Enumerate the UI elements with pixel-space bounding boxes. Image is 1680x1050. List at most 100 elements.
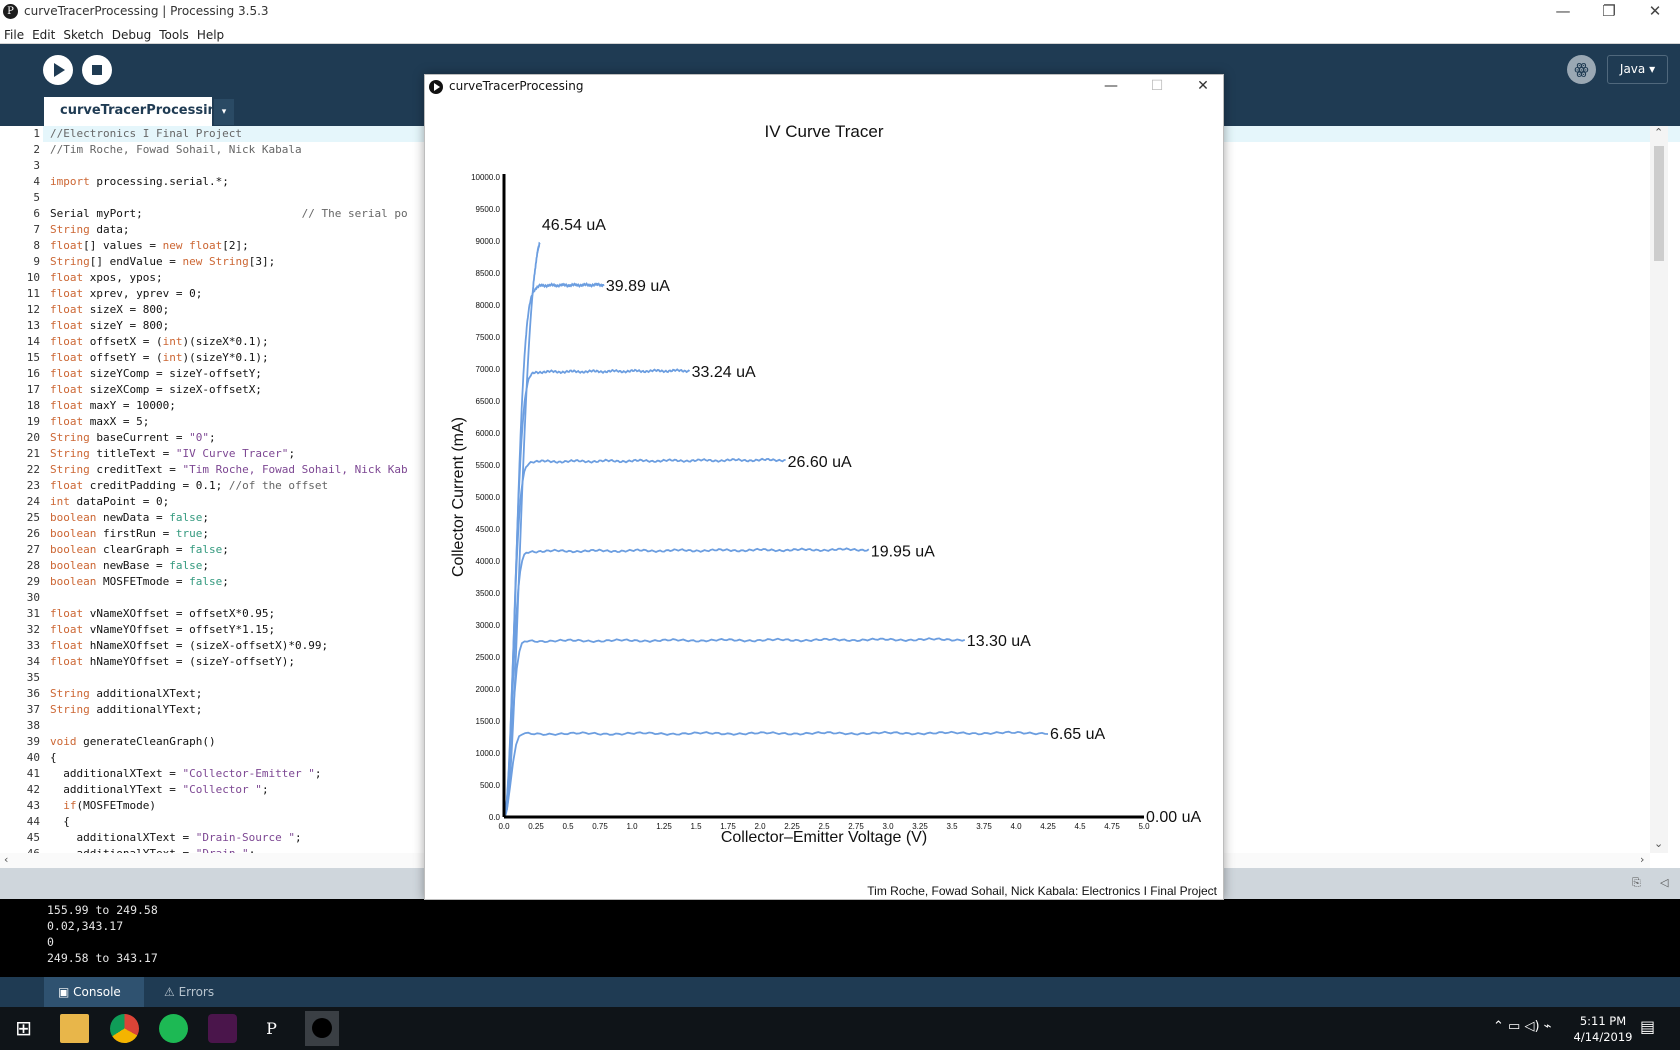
code-line[interactable]: String baseCurrent = "0"; [50,430,216,446]
file-explorer-icon[interactable] [60,1014,89,1043]
scroll-thumb[interactable] [1654,146,1664,261]
code-line[interactable]: boolean MOSFETmode = false; [50,574,229,590]
sketch-close-button[interactable]: ✕ [1180,75,1226,98]
code-line[interactable]: float sizeY = 800; [50,318,169,334]
menu-help[interactable]: Help [193,25,228,42]
series-line [503,637,966,818]
line-number: 25 [26,511,40,524]
scroll-right-icon[interactable]: › [1640,853,1644,866]
notification-icon[interactable]: ▤ [1640,1017,1655,1036]
line-number: 13 [26,319,40,332]
y-tick-label: 2000.0 [476,685,501,694]
menu-edit[interactable]: Edit [28,25,59,42]
code-line[interactable]: float xprev, yprev = 0; [50,286,202,302]
code-line[interactable]: float offsetY = (int)(sizeY*0.1); [50,350,269,366]
spotify-icon[interactable] [159,1014,188,1043]
code-line[interactable]: float maxX = 5; [50,414,149,430]
tab-curvetracerprocessing[interactable]: curveTracerProcessing [44,97,226,126]
line-number: 34 [26,655,40,668]
scroll-up-icon[interactable]: ⌃ [1654,126,1663,139]
code-line[interactable]: String data; [50,222,130,238]
close-button[interactable]: ✕ [1632,0,1678,24]
tab-console[interactable]: ▣ Console [44,977,144,1007]
running-sketch-taskbar-icon[interactable] [305,1011,339,1046]
code-line[interactable]: void generateCleanGraph() [50,734,216,750]
tab-menu-button[interactable]: ▾ [214,99,234,125]
code-line[interactable]: float xpos, ypos; [50,270,163,286]
menu-tools[interactable]: Tools [155,25,193,42]
clock[interactable]: 5:11 PM 4/14/2019 [1563,1013,1643,1045]
restore-button[interactable]: ❐ [1586,0,1632,24]
code-line[interactable]: float creditPadding = 0.1; //of the offs… [50,478,328,494]
code-line[interactable]: additionalXText = "Drain-Source "; [50,830,301,846]
line-number: 42 [26,783,40,796]
run-button[interactable] [43,55,73,85]
code-line[interactable]: float hNameYOffset = (sizeY-offsetY); [50,654,295,670]
debugger-toggle-button[interactable]: ꙮ [1567,55,1596,84]
x-tick-label: 1.5 [690,822,702,831]
code-line[interactable]: String additionalXText; [50,686,202,702]
code-line[interactable]: boolean newData = false; [50,510,209,526]
code-line[interactable]: float offsetX = (int)(sizeX*0.1); [50,334,269,350]
code-line[interactable]: { [50,814,70,830]
scroll-left-icon[interactable]: ‹ [4,853,8,866]
code-line[interactable]: String titleText = "IV Curve Tracer"; [50,446,295,462]
line-number: 28 [26,559,40,572]
system-tray-icons[interactable]: ⌃ ▭ ◁) ⌁ [1493,1019,1551,1034]
code-line[interactable]: String additionalYText; [50,702,202,718]
slack-icon[interactable] [208,1014,237,1043]
copy-icon[interactable]: ⎘ [1632,876,1641,890]
sketch-minimize-button[interactable]: — [1088,75,1134,98]
code-line[interactable]: { [50,750,57,766]
tab-errors[interactable]: ⚠ Errors [158,977,248,1007]
code-line[interactable]: int dataPoint = 0; [50,494,169,510]
menu-file[interactable]: File [0,25,28,42]
code-line[interactable]: float vNameYOffset = offsetY*1.15; [50,622,275,638]
code-line[interactable]: boolean newBase = false; [50,558,209,574]
x-tick-label: 3.5 [946,822,958,831]
code-line[interactable]: float hNameXOffset = (sizeX-offsetX)*0.9… [50,638,328,654]
y-tick-label: 6500.0 [476,397,501,406]
menu-debug[interactable]: Debug [108,25,155,42]
processing-run-icon [429,80,443,94]
code-line[interactable]: additionalYText = "Collector "; [50,782,268,798]
series-label: 6.65 uA [1050,726,1105,743]
code-line[interactable]: float sizeYComp = sizeY-offsetY; [50,366,262,382]
code-line[interactable]: float maxY = 10000; [50,398,176,414]
line-number: 45 [26,831,40,844]
minimize-button[interactable]: — [1540,0,1586,24]
code-line[interactable]: float sizeX = 800; [50,302,169,318]
x-tick-label: 0.5 [562,822,574,831]
code-line[interactable]: boolean firstRun = true; [50,526,209,542]
collapse-console-icon[interactable]: ◁ [1660,876,1668,889]
x-tick-label: 4.25 [1040,822,1056,831]
code-line[interactable]: String creditText = "Tim Roche, Fowad So… [50,462,408,478]
code-line[interactable]: //Electronics I Final Project [50,126,242,142]
code-line[interactable]: Serial myPort; // The serial po [50,206,408,222]
code-line[interactable]: import processing.serial.*; [50,174,229,190]
console-line: 0.02,343.17 [47,919,124,933]
chrome-icon[interactable] [110,1014,139,1043]
code-line[interactable]: if(MOSFETmode) [50,798,156,814]
code-line[interactable]: //Tim Roche, Fowad Sohail, Nick Kabala [50,142,302,158]
menubar: File Edit Sketch Debug Tools Help [0,24,1680,44]
code-line[interactable]: float sizeXComp = sizeX-offsetX; [50,382,262,398]
code-line[interactable]: additionalYText = "Drain "; [50,846,255,853]
code-line[interactable]: float vNameXOffset = offsetX*0.95; [50,606,275,622]
code-line[interactable]: additionalXText = "Collector-Emitter "; [50,766,321,782]
windows-start-icon[interactable]: ⊞ [9,1014,38,1043]
editor-vertical-scrollbar[interactable]: ⌃ ⌄ [1650,126,1668,853]
y-tick-label: 5000.0 [476,493,501,502]
series-label: 39.89 uA [606,278,670,295]
processing-taskbar-icon[interactable]: P [257,1014,286,1043]
menu-sketch[interactable]: Sketch [59,25,107,42]
mode-selector[interactable]: Java ▾ [1607,55,1668,84]
scroll-down-icon[interactable]: ⌄ [1654,837,1663,850]
code-line[interactable]: float[] values = new float[2]; [50,238,249,254]
stop-button[interactable] [82,55,112,85]
code-line[interactable]: String[] endValue = new String[3]; [50,254,275,270]
terminal-icon: ▣ [58,985,70,999]
ide-titlebar: P curveTracerProcessing | Processing 3.5… [0,0,1680,24]
code-line[interactable]: boolean clearGraph = false; [50,542,229,558]
sketch-maximize-button[interactable]: ☐ [1134,75,1180,98]
